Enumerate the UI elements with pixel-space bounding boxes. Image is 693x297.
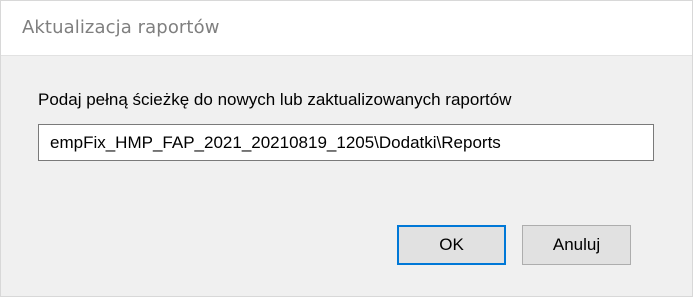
update-reports-dialog: Aktualizacja raportów Podaj pełną ścieżk… [0,0,693,297]
path-prompt-label: Podaj pełną ścieżkę do nowych lub zaktua… [38,90,512,109]
ok-button[interactable]: OK [397,225,506,265]
cancel-button[interactable]: Anuluj [522,225,631,265]
reports-path-input[interactable] [38,124,654,161]
title-bar[interactable]: Aktualizacja raportów [1,1,692,56]
dialog-title: Aktualizacja raportów [22,17,220,38]
